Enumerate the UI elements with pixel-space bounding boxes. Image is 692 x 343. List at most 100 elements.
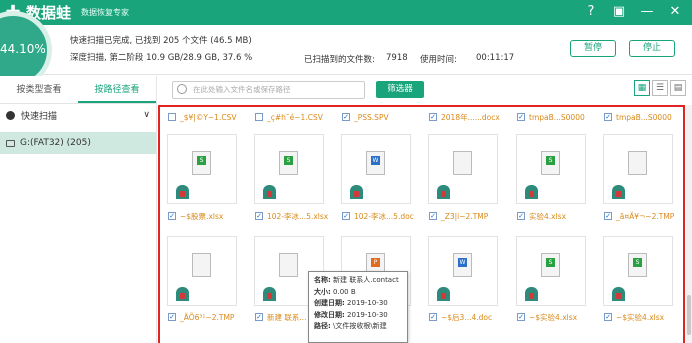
file-type-icon: S bbox=[546, 156, 555, 165]
deleted-file-icon bbox=[350, 185, 363, 199]
file-doc-icon: W bbox=[453, 253, 472, 277]
drive-icon bbox=[6, 139, 15, 147]
file-checkbox[interactable]: ✓ bbox=[517, 113, 525, 121]
scrollbar-thumb[interactable] bbox=[687, 295, 691, 335]
file-checkbox[interactable]: ✓ bbox=[255, 212, 263, 220]
search-input[interactable]: 在此处输入文件名或保存路径 bbox=[172, 81, 365, 99]
deleted-file-icon bbox=[437, 287, 450, 301]
progress-percent: 44.10% bbox=[0, 42, 46, 56]
deep-scan-status: 深度扫描, 第二阶段 10.9 GB/28.9 GB, 37.6 % bbox=[70, 53, 253, 63]
stop-button[interactable]: 停止 bbox=[629, 40, 675, 57]
file-item[interactable]: ✓ _ã¤Ä¥¬~2.TMP bbox=[604, 209, 690, 223]
file-item[interactable]: ✓ tmpaB...S0000 bbox=[604, 110, 690, 124]
tooltip-path-value: \文件按收根\新建 bbox=[333, 322, 387, 330]
file-name-row: ✓ ~$股票.xlsx bbox=[168, 209, 254, 223]
file-checkbox[interactable]: ✓ bbox=[429, 313, 437, 321]
file-name-row: ✓ 2018年......docx bbox=[429, 110, 515, 124]
file-item[interactable]: _$¥|©Y~1.CSV bbox=[168, 110, 254, 124]
file-thumbnail[interactable] bbox=[603, 134, 673, 204]
save-icon[interactable]: ▣ bbox=[610, 3, 628, 21]
file-name-row: ✓ ~$实验4.xlsx bbox=[517, 310, 603, 324]
file-item[interactable]: ✓ _Z3|i~2.TMP bbox=[429, 209, 515, 223]
file-checkbox[interactable]: ✓ bbox=[342, 212, 350, 220]
tab-by-path[interactable]: 按路径查看 bbox=[78, 76, 156, 103]
grid-view-icon[interactable]: ▦ bbox=[634, 80, 650, 96]
file-item[interactable]: ✓ 102-李冰...5.xlsx bbox=[255, 209, 341, 223]
search-icon bbox=[177, 84, 187, 94]
file-type-icon: W bbox=[371, 156, 380, 165]
list-view-icon[interactable]: ☰ bbox=[652, 80, 668, 96]
file-tooltip: 名称: 新建 联系人.contact 大小: 0.00 B 创建日期: 2019… bbox=[308, 271, 408, 343]
file-doc-icon bbox=[453, 151, 472, 175]
file-checkbox[interactable]: ✓ bbox=[604, 113, 612, 121]
file-checkbox[interactable]: ✓ bbox=[604, 313, 612, 321]
tooltip-created-label: 创建日期: bbox=[314, 299, 345, 307]
tree-drive-g[interactable]: G:(FAT32) (205) bbox=[0, 132, 156, 154]
file-name: _$¥|©Y~1.CSV bbox=[180, 112, 237, 122]
file-thumbnail[interactable]: S bbox=[254, 134, 324, 204]
tooltip-modified-value: 2019-10-30 bbox=[347, 310, 388, 319]
file-name: 新建 联系... bbox=[267, 312, 307, 322]
file-item[interactable]: ✓ 2018年......docx bbox=[429, 110, 515, 124]
file-item[interactable]: ✓ 实验4.xlsx bbox=[517, 209, 603, 223]
file-checkbox[interactable]: ✓ bbox=[429, 212, 437, 220]
file-thumbnail[interactable] bbox=[428, 134, 498, 204]
file-thumbnail[interactable]: S bbox=[516, 236, 586, 306]
file-name: ~$实验4.xlsx bbox=[616, 312, 665, 322]
file-item[interactable]: ✓ _PSS.SPV bbox=[342, 110, 428, 124]
file-thumbnail[interactable] bbox=[167, 236, 237, 306]
tab-by-type[interactable]: 按类型查看 bbox=[0, 76, 78, 103]
file-thumbnail[interactable]: S bbox=[516, 134, 586, 204]
file-type-icon: W bbox=[458, 258, 467, 267]
filter-button[interactable]: 筛选器 bbox=[376, 81, 424, 98]
file-name-row: ✓ _Z3|i~2.TMP bbox=[429, 209, 515, 223]
detail-view-icon[interactable]: ▤ bbox=[670, 80, 686, 96]
file-item[interactable]: ✓ ~$后3...4.doc bbox=[429, 310, 515, 324]
file-checkbox[interactable] bbox=[168, 113, 176, 121]
file-doc-icon: S bbox=[541, 253, 560, 277]
pause-button[interactable]: 暂停 bbox=[570, 40, 616, 57]
title-bar: ✚ 数据蛙 数据恢复专家 ? ▣ — ✕ bbox=[0, 0, 692, 25]
file-checkbox[interactable]: ✓ bbox=[168, 313, 176, 321]
file-type-icon: S bbox=[546, 258, 555, 267]
file-checkbox[interactable]: ✓ bbox=[517, 313, 525, 321]
file-thumbnail[interactable]: S bbox=[603, 236, 673, 306]
tree-quick-scan[interactable]: 快速扫描 ∨ bbox=[0, 104, 156, 126]
help-icon[interactable]: ? bbox=[582, 3, 600, 21]
file-name: ~$实验4.xlsx bbox=[529, 312, 578, 322]
file-checkbox[interactable]: ✓ bbox=[342, 113, 350, 121]
file-item[interactable]: ✓ 102-李冰...5.doc bbox=[342, 209, 428, 223]
file-name-row: ✓ ~$实验4.xlsx bbox=[604, 310, 690, 324]
file-checkbox[interactable]: ✓ bbox=[429, 113, 437, 121]
chevron-down-icon[interactable]: ∨ bbox=[143, 110, 150, 120]
file-item[interactable]: ✓ ~$股票.xlsx bbox=[168, 209, 254, 223]
file-thumbnail[interactable]: W bbox=[428, 236, 498, 306]
file-checkbox[interactable] bbox=[255, 113, 263, 121]
deleted-file-icon bbox=[437, 185, 450, 199]
quick-scan-status: 快速扫描已完成, 已找到 205 个文件 (46.5 MB) bbox=[70, 36, 252, 46]
tooltip-name-value: 新建 联系人.contact bbox=[333, 276, 399, 284]
file-name: _ÄÕ6³¹~2.TMP bbox=[180, 312, 235, 322]
file-thumbnail[interactable]: S bbox=[167, 134, 237, 204]
file-item[interactable]: ✓ ~$实验4.xlsx bbox=[604, 310, 690, 324]
minimize-icon[interactable]: — bbox=[638, 3, 656, 21]
file-thumbnail[interactable]: W bbox=[341, 134, 411, 204]
file-item[interactable]: ✓ tmpaB...S0000 bbox=[517, 110, 603, 124]
file-item[interactable]: ✓ ~$实验4.xlsx bbox=[517, 310, 603, 324]
file-item[interactable]: ✓ _ÄÕ6³¹~2.TMP bbox=[168, 310, 254, 324]
close-icon[interactable]: ✕ bbox=[666, 3, 684, 21]
file-doc-icon: S bbox=[279, 151, 298, 175]
deleted-file-icon bbox=[612, 287, 625, 301]
file-checkbox[interactable]: ✓ bbox=[255, 313, 263, 321]
file-doc-icon: S bbox=[541, 151, 560, 175]
file-name: 102-李冰...5.doc bbox=[354, 211, 414, 221]
file-doc-icon bbox=[279, 253, 298, 277]
scanned-count-label: 已扫描到的文件数: bbox=[304, 55, 375, 65]
file-checkbox[interactable]: ✓ bbox=[168, 212, 176, 220]
file-name: _PSS.SPV bbox=[354, 112, 389, 122]
file-item[interactable]: _ç#h¯é~1.CSV bbox=[255, 110, 341, 124]
file-checkbox[interactable]: ✓ bbox=[517, 212, 525, 220]
file-name-row: _ç#h¯é~1.CSV bbox=[255, 110, 341, 124]
file-checkbox[interactable]: ✓ bbox=[604, 212, 612, 220]
scrollbar[interactable] bbox=[686, 105, 692, 343]
